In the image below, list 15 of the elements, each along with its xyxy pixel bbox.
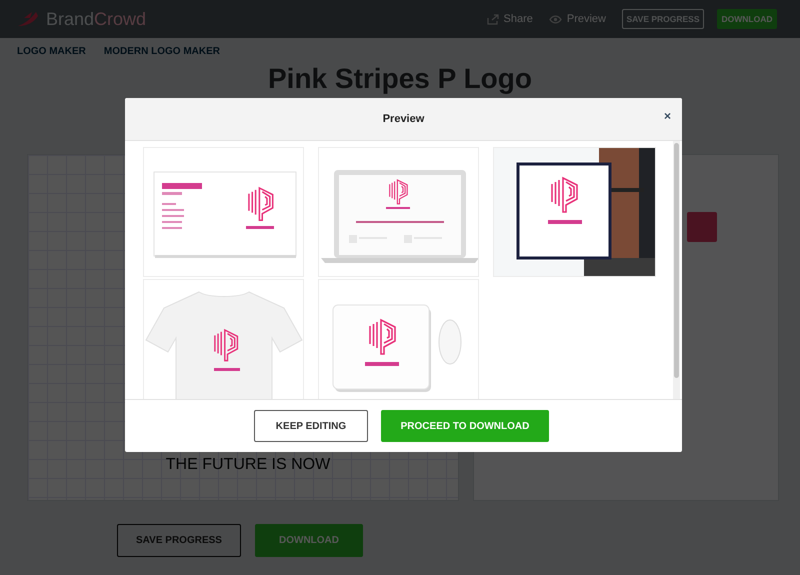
scrollbar[interactable] — [673, 141, 680, 399]
breadcrumb-link[interactable]: MODERN LOGO MAKER — [104, 46, 220, 57]
dialog-title: Preview — [382, 113, 424, 125]
share-icon — [486, 14, 499, 24]
keep-editing-button[interactable]: KEEP EDITING — [254, 410, 368, 442]
proceed-to-download-button[interactable]: PROCEED TO DOWNLOAD — [381, 410, 549, 442]
breadcrumb-link[interactable]: LOGO MAKER — [17, 46, 86, 57]
logo-tagline: THE FUTURE IS NOW — [166, 456, 330, 474]
save-progress-button[interactable]: SAVE PROGRESS — [117, 524, 241, 557]
eye-icon — [548, 14, 562, 24]
page-title: Pink Stripes P Logo — [267, 63, 533, 96]
close-button[interactable]: × — [662, 109, 673, 123]
download-button[interactable]: DOWNLOAD — [255, 524, 363, 557]
download-button[interactable]: DOWNLOAD — [717, 9, 777, 29]
color-swatch[interactable] — [687, 212, 717, 242]
